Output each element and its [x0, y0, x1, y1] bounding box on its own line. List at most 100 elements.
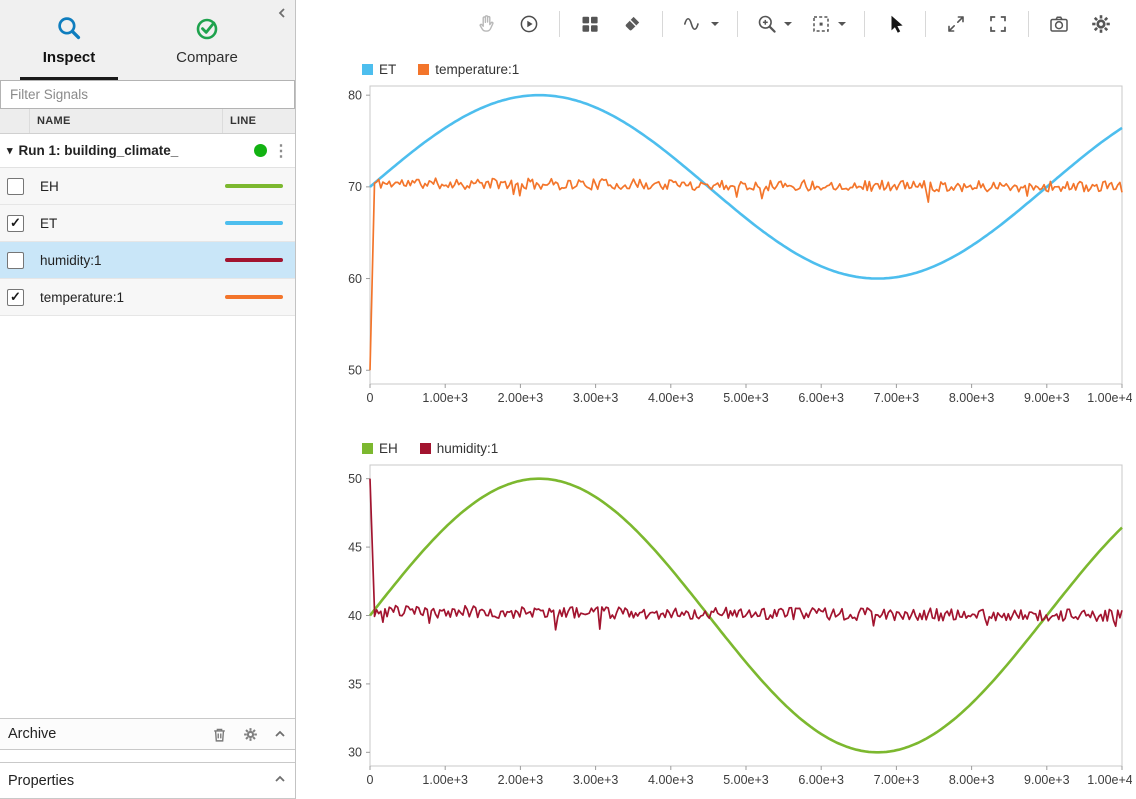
cursor-arrow-icon: [884, 13, 906, 35]
archive-content-area: [0, 750, 295, 762]
legend-item[interactable]: humidity:1: [420, 441, 499, 456]
legend-swatch: [362, 443, 373, 454]
toolbar-separator: [737, 11, 738, 37]
run-expand-arrow-icon[interactable]: ▾: [7, 144, 13, 157]
run-row[interactable]: ▾ Run 1: building_climate_ ⋮: [0, 134, 295, 168]
run-menu-kebab-icon[interactable]: ⋮: [267, 141, 295, 161]
chevron-up-icon[interactable]: [273, 727, 287, 741]
sidebar-tabs: Inspect Compare: [0, 0, 295, 80]
svg-text:30: 30: [348, 746, 362, 760]
line-column-header: LINE: [223, 109, 295, 133]
hand-icon: [476, 13, 498, 35]
filter-signals-input[interactable]: [0, 80, 295, 109]
svg-text:8.00e+3: 8.00e+3: [949, 391, 995, 405]
pan-hand-button[interactable]: [469, 9, 505, 39]
svg-text:1.00e+3: 1.00e+3: [422, 391, 468, 405]
properties-section-header[interactable]: Properties: [0, 762, 295, 799]
fit-to-view-button[interactable]: [804, 9, 852, 39]
legend-item[interactable]: ET: [362, 62, 396, 77]
tab-inspect[interactable]: Inspect: [0, 0, 138, 80]
svg-text:5.00e+3: 5.00e+3: [723, 773, 769, 787]
signal-line-swatch: [225, 295, 283, 299]
snapshot-camera-button[interactable]: [1041, 9, 1077, 39]
layout-grid-button[interactable]: [572, 9, 608, 39]
chevron-down-icon: [784, 22, 792, 26]
signal-line-swatch: [225, 184, 283, 188]
svg-text:3.00e+3: 3.00e+3: [573, 391, 619, 405]
svg-text:1.00e+3: 1.00e+3: [422, 773, 468, 787]
signal-row-temperature[interactable]: ✓ temperature:1: [0, 279, 295, 316]
legend-item[interactable]: temperature:1: [418, 62, 519, 77]
collapse-sidebar-button[interactable]: [273, 4, 291, 22]
toolbar-separator: [1028, 11, 1029, 37]
properties-label: Properties: [8, 773, 74, 789]
plot-area: ETtemperature:1 5060708001.00e+32.00e+33…: [296, 0, 1136, 799]
search-icon: [56, 15, 83, 42]
chevron-up-icon[interactable]: [273, 772, 287, 786]
chart-top-plot[interactable]: 5060708001.00e+32.00e+33.00e+34.00e+35.0…: [326, 80, 1132, 412]
legend-swatch: [418, 64, 429, 75]
signal-row-et[interactable]: ✓ ET: [0, 205, 295, 242]
signal-row-humidity[interactable]: humidity:1: [0, 242, 295, 279]
archive-section-header[interactable]: Archive: [0, 718, 295, 750]
chevron-down-icon: [711, 22, 719, 26]
signal-name: humidity:1: [40, 253, 102, 268]
signal-checkbox[interactable]: [7, 252, 24, 269]
plot-toolbar: [296, 0, 1136, 48]
expand-arrows-icon: [945, 13, 967, 35]
tab-compare[interactable]: Compare: [138, 0, 276, 80]
signal-name: EH: [40, 179, 59, 194]
svg-text:9.00e+3: 9.00e+3: [1024, 391, 1070, 405]
gear-small-icon[interactable]: [242, 726, 259, 743]
signal-line-swatch: [225, 258, 283, 262]
svg-text:45: 45: [348, 540, 362, 554]
signal-checkbox[interactable]: ✓: [7, 215, 24, 232]
chart-bottom-legend: EH humidity:1: [362, 439, 1136, 457]
chart-bottom: EHhumidity:1 303540455001.00e+32.00e+33.…: [296, 417, 1136, 799]
signal-line-swatch: [225, 221, 283, 225]
eraser-button[interactable]: [614, 9, 650, 39]
chart-top: ETtemperature:1 5060708001.00e+32.00e+33…: [296, 48, 1136, 417]
signal-table-header: NAME LINE: [0, 109, 295, 134]
signal-checkbox[interactable]: ✓: [7, 289, 24, 306]
legend-swatch: [420, 443, 431, 454]
settings-gear-button[interactable]: [1083, 9, 1119, 39]
fullscreen-button[interactable]: [980, 9, 1016, 39]
circle-play-icon: [518, 13, 540, 35]
signal-checkbox[interactable]: [7, 178, 24, 195]
trash-icon[interactable]: [211, 726, 228, 743]
svg-text:1.00e+4: 1.00e+4: [1087, 773, 1132, 787]
tab-compare-label: Compare: [176, 49, 238, 66]
run-status-dot: [254, 144, 267, 157]
signal-row-eh[interactable]: EH: [0, 168, 295, 205]
check-circle-icon: [194, 15, 221, 42]
eraser-icon: [621, 13, 643, 35]
layout-grid-icon: [579, 13, 601, 35]
pointer-select-button[interactable]: [877, 9, 913, 39]
svg-text:3.00e+3: 3.00e+3: [573, 773, 619, 787]
svg-text:2.00e+3: 2.00e+3: [498, 773, 544, 787]
chevron-down-icon: [838, 22, 846, 26]
legend-item[interactable]: EH: [362, 441, 398, 456]
svg-text:40: 40: [348, 609, 362, 623]
signal-trace-button[interactable]: [675, 9, 725, 39]
svg-text:4.00e+3: 4.00e+3: [648, 391, 694, 405]
svg-text:6.00e+3: 6.00e+3: [798, 391, 844, 405]
zoom-in-icon: [756, 13, 778, 35]
archive-label: Archive: [8, 726, 56, 742]
expand-plot-button[interactable]: [938, 9, 974, 39]
replay-button[interactable]: [511, 9, 547, 39]
name-column-header: NAME: [30, 109, 223, 133]
toolbar-separator: [662, 11, 663, 37]
svg-text:5.00e+3: 5.00e+3: [723, 391, 769, 405]
svg-text:8.00e+3: 8.00e+3: [949, 773, 995, 787]
svg-text:80: 80: [348, 89, 362, 103]
svg-text:9.00e+3: 9.00e+3: [1024, 773, 1070, 787]
zoom-in-button[interactable]: [750, 9, 798, 39]
signal-wave-icon: [681, 13, 705, 35]
run-label: Run 1: building_climate_: [19, 143, 179, 158]
chart-bottom-plot[interactable]: 303540455001.00e+32.00e+33.00e+34.00e+35…: [326, 459, 1132, 794]
svg-text:2.00e+3: 2.00e+3: [498, 391, 544, 405]
svg-text:1.00e+4: 1.00e+4: [1087, 391, 1132, 405]
toolbar-separator: [925, 11, 926, 37]
